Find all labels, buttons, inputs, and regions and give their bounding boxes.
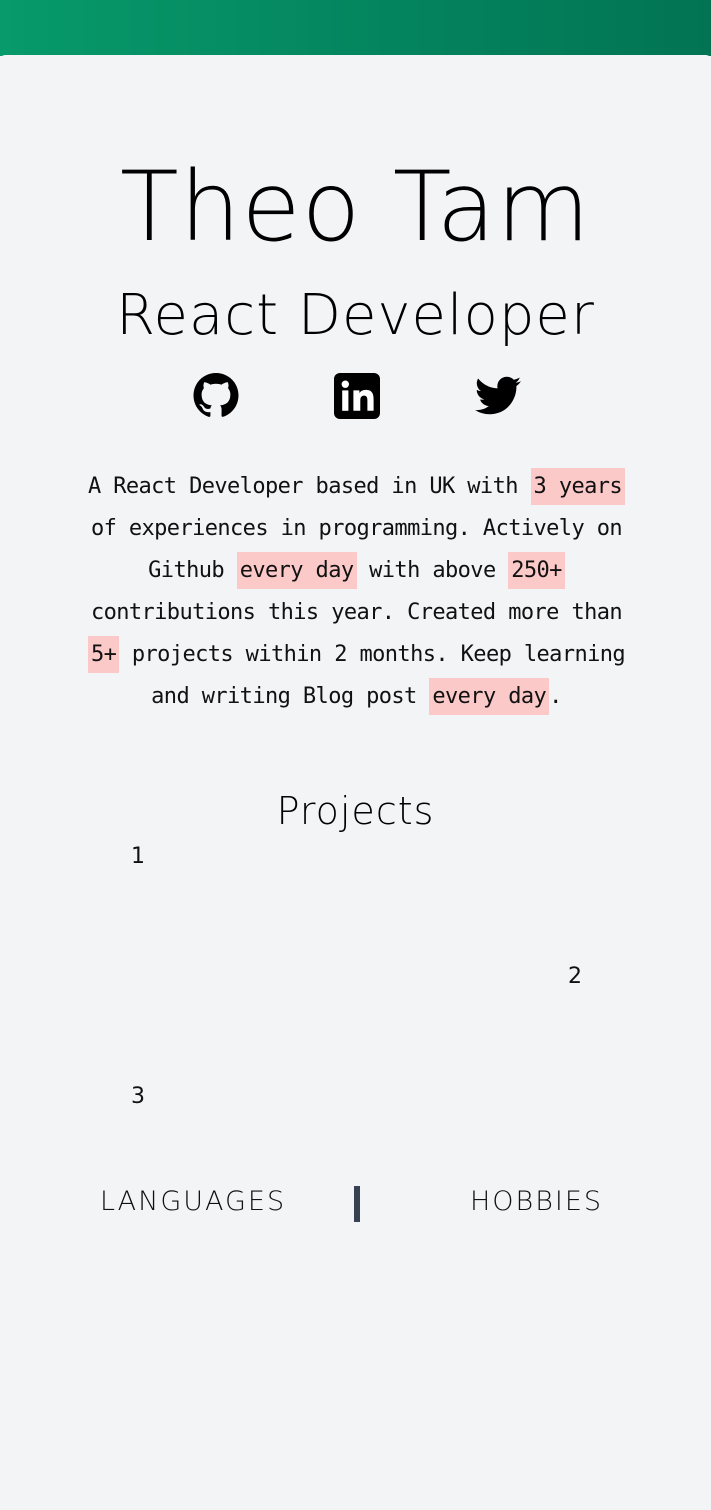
twitter-link[interactable]: [474, 372, 522, 420]
linkedin-link[interactable]: [333, 372, 381, 420]
profile-role: React Developer: [116, 283, 595, 348]
projects-heading: Projects: [276, 789, 435, 833]
bio-highlight: 5+: [87, 636, 120, 673]
bio-paragraph: A React Developer based in UK with 3 yea…: [84, 466, 629, 718]
project-item-2[interactable]: 2: [568, 963, 582, 991]
bio-text: contributions this year. Created more th…: [90, 600, 623, 625]
project-item-1[interactable]: 1: [131, 843, 145, 871]
bio-text: with above: [356, 558, 509, 583]
main-panel: [0, 55, 711, 1510]
bio-highlight: 3 years: [530, 468, 626, 505]
top-header-bar: [0, 0, 711, 56]
twitter-icon: [475, 376, 521, 415]
bio-text: A React Developer based in UK with: [87, 474, 531, 499]
github-icon: [193, 373, 239, 417]
linkedin-icon: [334, 373, 380, 419]
tab-languages[interactable]: LANGUAGES: [100, 1184, 286, 1220]
tab-hobbies[interactable]: HOBBIES: [470, 1184, 603, 1220]
bio-highlight: every day: [429, 678, 550, 715]
profile-name: Theo Tam: [120, 151, 591, 263]
bio-highlight: 250+: [508, 552, 565, 589]
bio-text: .: [549, 684, 562, 709]
bio-highlight: every day: [236, 552, 357, 589]
tab-divider: [354, 1186, 360, 1222]
github-link[interactable]: [192, 372, 240, 420]
project-item-3[interactable]: 3: [131, 1083, 145, 1111]
